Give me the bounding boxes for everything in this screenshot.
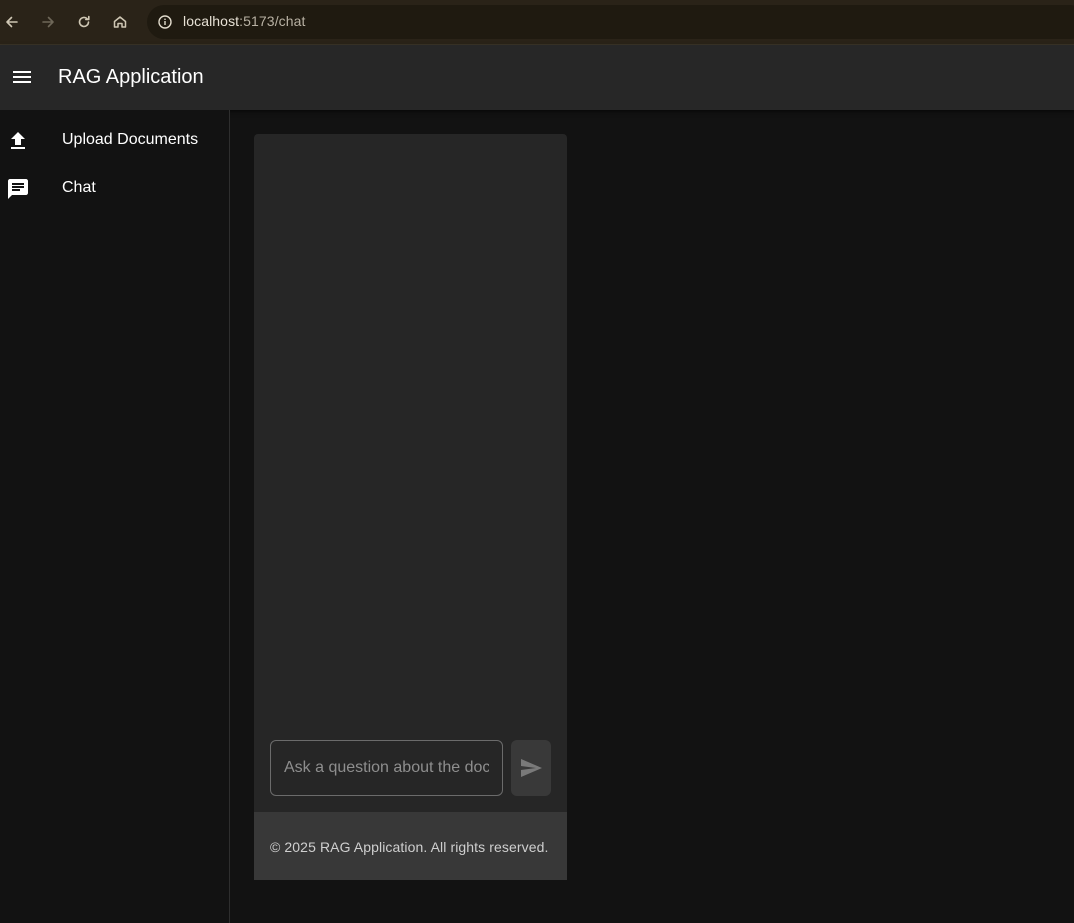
- forward-icon[interactable]: [36, 10, 60, 34]
- back-icon[interactable]: [0, 10, 24, 34]
- chat-icon: [6, 177, 30, 201]
- sidebar-item-label: Chat: [62, 179, 96, 196]
- browser-toolbar: localhost:5173/chat: [0, 0, 1074, 45]
- footer: © 2025 RAG Application. All rights reser…: [254, 812, 567, 880]
- upload-icon: [6, 129, 30, 153]
- address-bar[interactable]: localhost:5173/chat: [147, 5, 1074, 39]
- message-list[interactable]: [254, 134, 567, 724]
- copyright-text: © 2025 RAG Application. All rights reser…: [270, 839, 549, 855]
- send-button[interactable]: [511, 740, 551, 796]
- chat-panel: [254, 134, 567, 812]
- sidebar: Upload Documents Chat: [0, 110, 230, 923]
- send-icon: [519, 756, 543, 780]
- url-path: :5173/chat: [239, 13, 306, 29]
- menu-icon[interactable]: [10, 65, 34, 89]
- sidebar-item-label: Upload Documents: [62, 131, 199, 148]
- info-icon[interactable]: [155, 12, 175, 32]
- sidebar-item-upload-documents[interactable]: Upload Documents: [0, 117, 229, 165]
- url-text[interactable]: localhost:5173/chat: [183, 13, 306, 29]
- sidebar-item-chat[interactable]: Chat: [0, 165, 229, 213]
- home-icon[interactable]: [108, 10, 132, 34]
- app-bar: RAG Application: [0, 45, 1074, 110]
- question-input[interactable]: [270, 740, 503, 796]
- app-title: RAG Application: [58, 66, 204, 88]
- reload-icon[interactable]: [72, 10, 96, 34]
- url-host: localhost: [183, 13, 240, 29]
